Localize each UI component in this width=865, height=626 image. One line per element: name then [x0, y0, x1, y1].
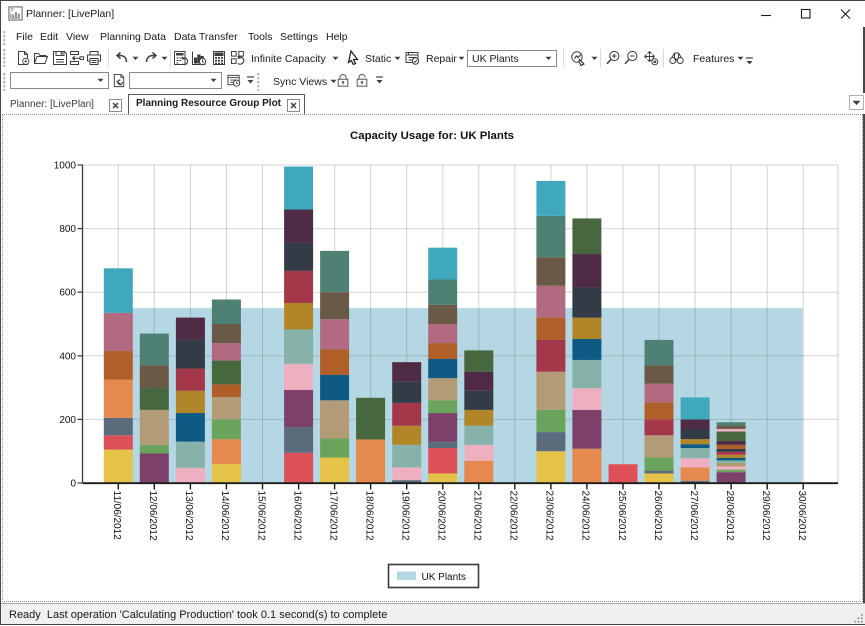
svg-text:26/06/2012: 26/06/2012	[652, 491, 663, 541]
svg-text:24/06/2012: 24/06/2012	[580, 491, 591, 541]
svg-text:600: 600	[59, 288, 76, 299]
svg-text:UK Plants: UK Plants	[422, 572, 466, 583]
svg-text:400: 400	[59, 351, 76, 362]
svg-text:14/06/2012: 14/06/2012	[219, 491, 230, 541]
svg-text:12/06/2012: 12/06/2012	[147, 491, 158, 541]
svg-text:19/06/2012: 19/06/2012	[400, 491, 411, 541]
svg-text:21/06/2012: 21/06/2012	[472, 491, 483, 541]
svg-text:28/06/2012: 28/06/2012	[724, 491, 735, 541]
svg-text:23/06/2012: 23/06/2012	[544, 491, 555, 541]
svg-text:0: 0	[70, 479, 76, 490]
svg-text:800: 800	[59, 224, 76, 235]
svg-text:13/06/2012: 13/06/2012	[183, 491, 194, 541]
svg-text:17/06/2012: 17/06/2012	[327, 491, 338, 541]
svg-text:18/06/2012: 18/06/2012	[363, 491, 374, 541]
svg-text:15/06/2012: 15/06/2012	[255, 491, 266, 541]
svg-text:25/06/2012: 25/06/2012	[616, 491, 627, 541]
svg-text:Capacity Usage for: UK Plants: Capacity Usage for: UK Plants	[350, 130, 514, 142]
svg-text:20/06/2012: 20/06/2012	[436, 491, 447, 541]
svg-text:16/06/2012: 16/06/2012	[291, 491, 302, 541]
svg-text:200: 200	[59, 415, 76, 426]
svg-text:27/06/2012: 27/06/2012	[688, 491, 699, 541]
svg-text:30/06/2012: 30/06/2012	[796, 491, 807, 541]
svg-text:1000: 1000	[54, 161, 77, 172]
svg-text:11/06/2012: 11/06/2012	[111, 491, 122, 541]
svg-text:29/06/2012: 29/06/2012	[760, 491, 771, 541]
svg-text:22/06/2012: 22/06/2012	[508, 491, 519, 541]
